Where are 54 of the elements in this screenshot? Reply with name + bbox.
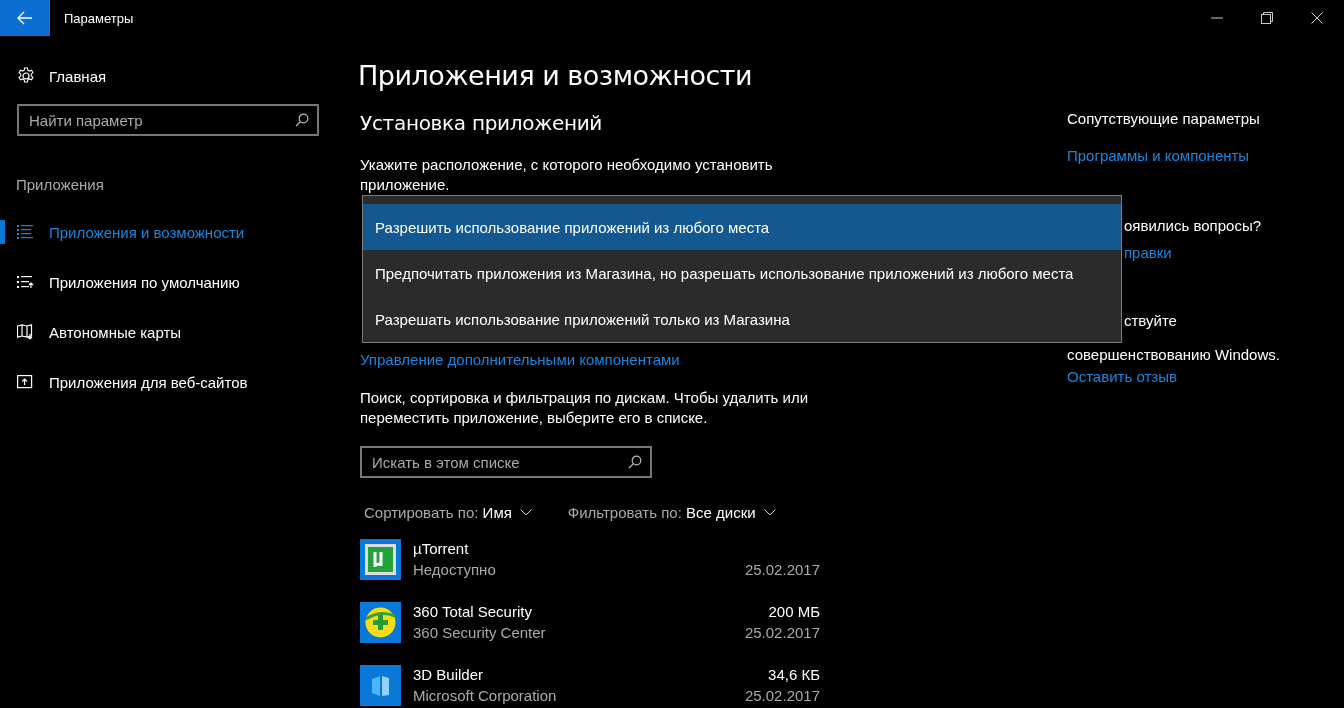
app-date: 25.02.2017	[744, 686, 820, 705]
filter-dropdown[interactable]: Фильтровать по: Все диски	[567, 504, 776, 521]
dropdown-option[interactable]: Предпочитать приложения из Магазина, но разрешать использование приложений из любого места	[363, 250, 1121, 296]
minimize-icon	[1211, 17, 1223, 19]
chevron-icon	[763, 509, 776, 516]
dropdown-option[interactable]: Разрешить использование приложений из любого места	[363, 204, 1121, 250]
search-field[interactable]: Найти параметр	[17, 104, 319, 136]
nav-item[interactable]: Приложения по умолчанию	[17, 273, 240, 291]
search-hint: Поиск, сортировка и фильтрация по дискам. Чтобы удалить или переместить приложение, выберите его в списке.	[360, 388, 810, 428]
feedback-text: ствуйте	[1124, 311, 1178, 331]
app-icon	[360, 665, 401, 706]
home-link[interactable]: Главная	[17, 66, 107, 86]
nav-item[interactable]: Приложения для веб-сайтов	[17, 373, 248, 391]
feedback-link[interactable]: Оставить отзыв	[1067, 368, 1177, 385]
app-publisher: Недоступно	[413, 560, 496, 579]
install-prompt: Укажите расположение, с которого необходимо установить приложение.	[360, 155, 774, 195]
app-icon	[360, 602, 401, 643]
app-name: 3D Builder	[413, 665, 484, 684]
search-icon	[628, 455, 642, 469]
related-link[interactable]: Программы и компоненты	[1067, 147, 1250, 164]
chevron-icon	[519, 509, 532, 516]
section-heading: Сопутствующие параметры	[1067, 109, 1261, 129]
dropdown-option[interactable]: Разрешать использование приложений только из Магазина	[363, 296, 1121, 342]
app-publisher: 360 Security Center	[413, 623, 546, 642]
app-publisher: Microsoft Corporation	[413, 686, 557, 705]
app-icon	[360, 539, 401, 580]
back-arrow-icon	[17, 11, 33, 25]
close-icon	[1311, 12, 1323, 24]
back-button[interactable]	[0, 0, 50, 36]
help-question: оявились вопросы?	[1124, 216, 1262, 236]
manage-link[interactable]: Управление дополнительными компонентами	[360, 351, 680, 368]
app-name: 360 Total Security	[413, 602, 532, 621]
settings-icon	[17, 67, 35, 85]
page-title: Приложения и возможности	[358, 60, 754, 93]
app-size: 34,6 КБ	[768, 665, 820, 684]
section-heading: Установка приложений	[360, 111, 604, 135]
nav-item[interactable]: Автономные карты	[17, 323, 182, 341]
sort-dropdown[interactable]: Сортировать по: Имя	[364, 504, 532, 521]
list-icon	[17, 224, 34, 240]
feedback-text: совершенствованию Windows.	[1067, 345, 1280, 365]
app-date: 25.02.2017	[744, 623, 820, 642]
app-date: 25.02.2017	[744, 560, 820, 579]
section-heading: Приложения	[16, 176, 105, 193]
nav-item[interactable]: Приложения и возможности	[17, 223, 245, 241]
window-title: Параметры	[64, 10, 135, 26]
help-link[interactable]: правки	[1124, 244, 1172, 261]
search-field[interactable]: Искать в этом списке	[360, 446, 652, 478]
web-app-icon	[17, 374, 34, 390]
map-icon	[17, 324, 34, 340]
app-name: µTorrent	[413, 539, 469, 558]
default-list-icon	[17, 274, 34, 290]
search-icon	[295, 113, 309, 127]
app-size: 200 МБ	[768, 602, 820, 621]
restore-icon	[1261, 12, 1273, 24]
